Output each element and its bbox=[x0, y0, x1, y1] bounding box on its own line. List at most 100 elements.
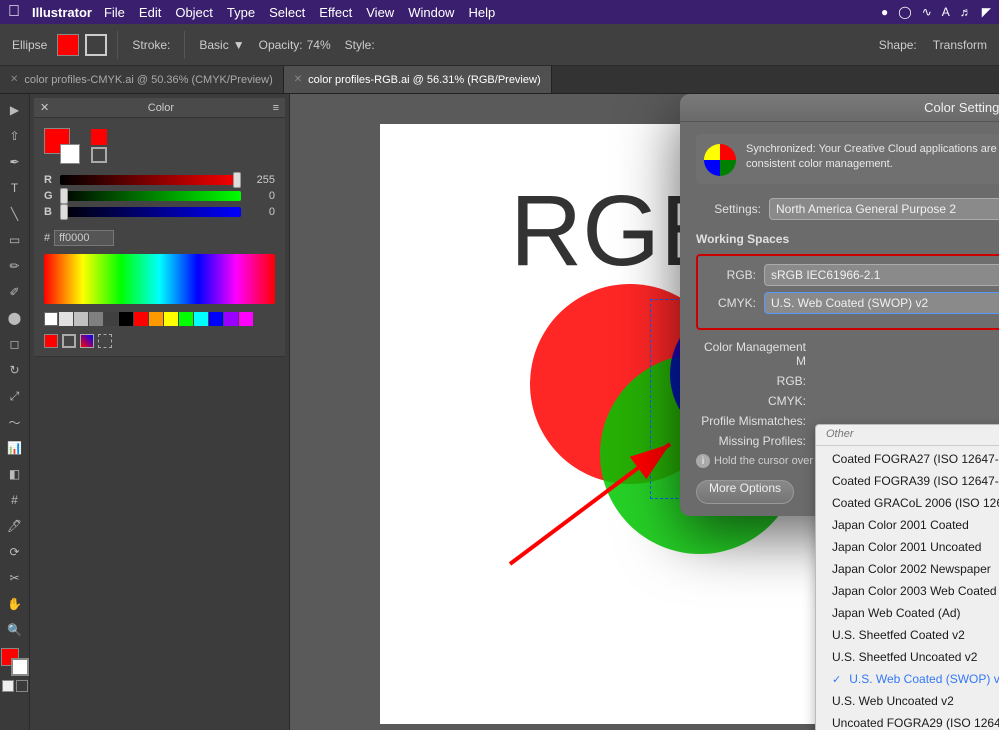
dropdown-item-0[interactable]: Coated FOGRA27 (ISO 12647-2:2004) bbox=[816, 448, 999, 470]
menu-edit[interactable]: Edit bbox=[139, 5, 161, 20]
dropdown-item-11[interactable]: U.S. Web Uncoated v2 bbox=[816, 690, 999, 712]
rect-tool[interactable]: ▭ bbox=[3, 228, 27, 252]
scissors-tool[interactable]: ✂ bbox=[3, 566, 27, 590]
dropdown-item-10[interactable]: U.S. Web Coated (SWOP) v2 bbox=[816, 668, 999, 690]
warp-tool[interactable]: 〜 bbox=[3, 410, 27, 434]
mesh-tool[interactable]: # bbox=[3, 488, 27, 512]
fg-icon[interactable] bbox=[91, 129, 107, 145]
transform-button[interactable]: Transform bbox=[929, 36, 991, 54]
color-gradient[interactable] bbox=[44, 254, 275, 304]
menu-object[interactable]: Object bbox=[175, 5, 213, 20]
fill-color[interactable] bbox=[57, 34, 79, 56]
line-tool[interactable]: ╲ bbox=[3, 202, 27, 226]
menu-select[interactable]: Select bbox=[269, 5, 305, 20]
panel-close[interactable]: ✕ bbox=[40, 101, 49, 114]
dropdown-item-5[interactable]: Japan Color 2002 Newspaper bbox=[816, 558, 999, 580]
blue-thumb[interactable] bbox=[60, 204, 68, 220]
settings-dropdown[interactable]: North America General Purpose 2 ▼ bbox=[769, 198, 999, 220]
swatch-black[interactable] bbox=[119, 312, 133, 326]
cmyk-ws-dropdown[interactable]: U.S. Web Coated (SWOP) v2 ▼ bbox=[764, 292, 999, 314]
blob-tool[interactable]: ⬤ bbox=[3, 306, 27, 330]
background-swatch[interactable] bbox=[60, 144, 80, 164]
red-thumb[interactable] bbox=[233, 172, 241, 188]
opacity-control[interactable]: Opacity: 74% bbox=[255, 36, 335, 54]
menu-help[interactable]: Help bbox=[468, 5, 495, 20]
hex-input[interactable] bbox=[54, 230, 114, 246]
dropdown-item-2[interactable]: Coated GRACoL 2006 (ISO 12647-2:2004) bbox=[816, 492, 999, 514]
tab-rgb[interactable]: ✕ color profiles-RGB.ai @ 56.31% (RGB/Pr… bbox=[284, 66, 552, 93]
swatch-green[interactable] bbox=[179, 312, 193, 326]
swatch-blue[interactable] bbox=[209, 312, 223, 326]
style-control[interactable]: Style: bbox=[341, 36, 379, 54]
dropdown-item-7[interactable]: Japan Web Coated (Ad) bbox=[816, 602, 999, 624]
stroke-icon[interactable] bbox=[91, 147, 107, 163]
swatch-magenta[interactable] bbox=[239, 312, 253, 326]
menu-effect[interactable]: Effect bbox=[319, 5, 352, 20]
menu-window[interactable]: Window bbox=[408, 5, 454, 20]
swatch-orange[interactable] bbox=[149, 312, 163, 326]
eraser-tool[interactable]: ◻ bbox=[3, 332, 27, 356]
stroke-control[interactable]: Stroke: bbox=[128, 36, 174, 54]
shape-selector[interactable]: Ellipse bbox=[8, 36, 51, 54]
panel-title: Color bbox=[148, 102, 174, 114]
dropdown-item-1[interactable]: Coated FOGRA39 (ISO 12647-2:2004) bbox=[816, 470, 999, 492]
swatch-yellow[interactable] bbox=[164, 312, 178, 326]
swatch-purple[interactable] bbox=[224, 312, 238, 326]
swatch-white[interactable] bbox=[44, 312, 58, 326]
dropdown-item-3[interactable]: Japan Color 2001 Coated bbox=[816, 514, 999, 536]
pen-tool[interactable]: ✒ bbox=[3, 150, 27, 174]
style-selector[interactable]: Basic ▼ bbox=[195, 36, 248, 54]
blue-slider[interactable] bbox=[60, 207, 241, 217]
apple-menu[interactable]:  bbox=[8, 3, 20, 21]
more-options-button[interactable]: More Options bbox=[696, 480, 794, 504]
stroke-color[interactable] bbox=[85, 34, 107, 56]
none-icon[interactable] bbox=[98, 334, 112, 348]
graph-tool[interactable]: 📊 bbox=[3, 436, 27, 460]
swatch-dark[interactable] bbox=[104, 312, 118, 326]
normal-mode[interactable] bbox=[2, 680, 14, 692]
swatch-cyan[interactable] bbox=[194, 312, 208, 326]
select-tool[interactable]: ▶ bbox=[3, 98, 27, 122]
gradient-tool[interactable]: ◧ bbox=[3, 462, 27, 486]
rgb-ws-dropdown[interactable]: sRGB IEC61966-2.1 ▼ bbox=[764, 264, 999, 286]
green-thumb[interactable] bbox=[60, 188, 68, 204]
tab-cmyk[interactable]: ✕ color profiles-CMYK.ai @ 50.36% (CMYK/… bbox=[0, 66, 284, 93]
dropdown-item-9[interactable]: U.S. Sheetfed Uncoated v2 bbox=[816, 646, 999, 668]
swatch-gray[interactable] bbox=[74, 312, 88, 326]
hand-tool[interactable]: ✋ bbox=[3, 592, 27, 616]
gradient-icon[interactable] bbox=[80, 334, 94, 348]
dropdown-item-4[interactable]: Japan Color 2001 Uncoated bbox=[816, 536, 999, 558]
zoom-tool[interactable]: 🔍 bbox=[3, 618, 27, 642]
dropdown-item-6[interactable]: Japan Color 2003 Web Coated bbox=[816, 580, 999, 602]
brush-tool[interactable]: ✏ bbox=[3, 254, 27, 278]
type-tool[interactable]: T bbox=[3, 176, 27, 200]
blend-tool[interactable]: ⟳ bbox=[3, 540, 27, 564]
fill-stroke-indicator[interactable] bbox=[1, 648, 29, 676]
style-label: Style: bbox=[345, 38, 375, 52]
swatch-mid[interactable] bbox=[89, 312, 103, 326]
panel-menu[interactable]: ≡ bbox=[273, 102, 279, 114]
no-mode[interactable] bbox=[16, 680, 28, 692]
menu-bar-right: ● ◯ ∿ A ♬ ◤ bbox=[881, 5, 991, 19]
swatch-light[interactable] bbox=[59, 312, 73, 326]
wifi-icon: ◤ bbox=[982, 5, 991, 19]
menu-type[interactable]: Type bbox=[227, 5, 255, 20]
menu-file[interactable]: File bbox=[104, 5, 125, 20]
green-slider[interactable] bbox=[60, 191, 241, 201]
fg-bg-swatches[interactable] bbox=[44, 128, 80, 164]
tab-close-rgb[interactable]: ✕ bbox=[294, 74, 302, 85]
app-name[interactable]: Illustrator bbox=[32, 5, 92, 20]
color-icon[interactable] bbox=[44, 334, 58, 348]
swatch-red[interactable] bbox=[134, 312, 148, 326]
dropdown-item-8[interactable]: U.S. Sheetfed Coated v2 bbox=[816, 624, 999, 646]
stroke-icon2[interactable] bbox=[62, 334, 76, 348]
menu-view[interactable]: View bbox=[366, 5, 394, 20]
rotate-tool[interactable]: ↻ bbox=[3, 358, 27, 382]
tab-close-cmyk[interactable]: ✕ bbox=[10, 74, 18, 85]
direct-select-tool[interactable]: ⇧ bbox=[3, 124, 27, 148]
pencil-tool[interactable]: ✐ bbox=[3, 280, 27, 304]
dropdown-item-12[interactable]: Uncoated FOGRA29 (ISO 12647-2:2004) bbox=[816, 712, 999, 730]
eyedropper-tool[interactable]: 🖊 bbox=[3, 514, 27, 538]
scale-tool[interactable]: ⤢ bbox=[3, 384, 27, 408]
red-slider[interactable] bbox=[60, 175, 241, 185]
